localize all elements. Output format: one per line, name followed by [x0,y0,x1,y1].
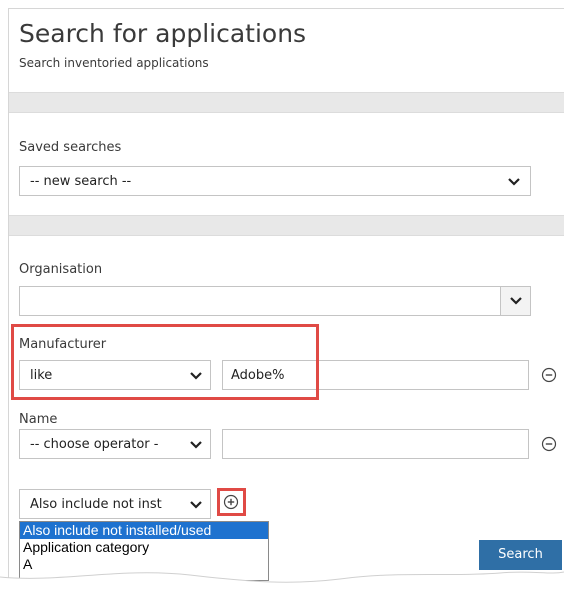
name-value-input[interactable] [222,429,529,459]
section-divider [9,92,564,113]
name-operator-select[interactable]: -- choose operator - [19,429,211,459]
dropdown-option[interactable]: Also include not installed/used [20,522,268,539]
chevron-down-icon [508,178,520,186]
add-criteria-value: Also include not inst [30,497,162,512]
search-panel: Search for applications Search inventori… [8,8,564,593]
add-circle-icon[interactable] [223,494,239,510]
chevron-down-icon [190,501,202,509]
organisation-label: Organisation [19,262,103,277]
chevron-down-icon [190,441,202,449]
dropdown-option[interactable]: Application category [20,539,268,556]
torn-edge [0,571,564,593]
page-subtitle: Search inventoried applications [19,56,209,70]
organisation-dropdown-toggle[interactable] [500,287,530,315]
saved-searches-label: Saved searches [19,140,122,155]
remove-circle-icon[interactable] [541,367,557,383]
saved-searches-select[interactable]: -- new search -- [19,166,531,196]
name-operator-value: -- choose operator - [30,437,159,452]
page-title: Search for applications [19,19,307,48]
saved-searches-value: -- new search -- [30,174,132,189]
add-criteria-select[interactable]: Also include not inst [19,489,211,519]
chevron-down-icon [510,297,522,305]
organisation-select[interactable] [19,286,531,316]
name-label: Name [19,412,58,427]
remove-circle-icon[interactable] [541,436,557,452]
section-divider [9,215,564,236]
manufacturer-highlight-box [11,324,319,400]
